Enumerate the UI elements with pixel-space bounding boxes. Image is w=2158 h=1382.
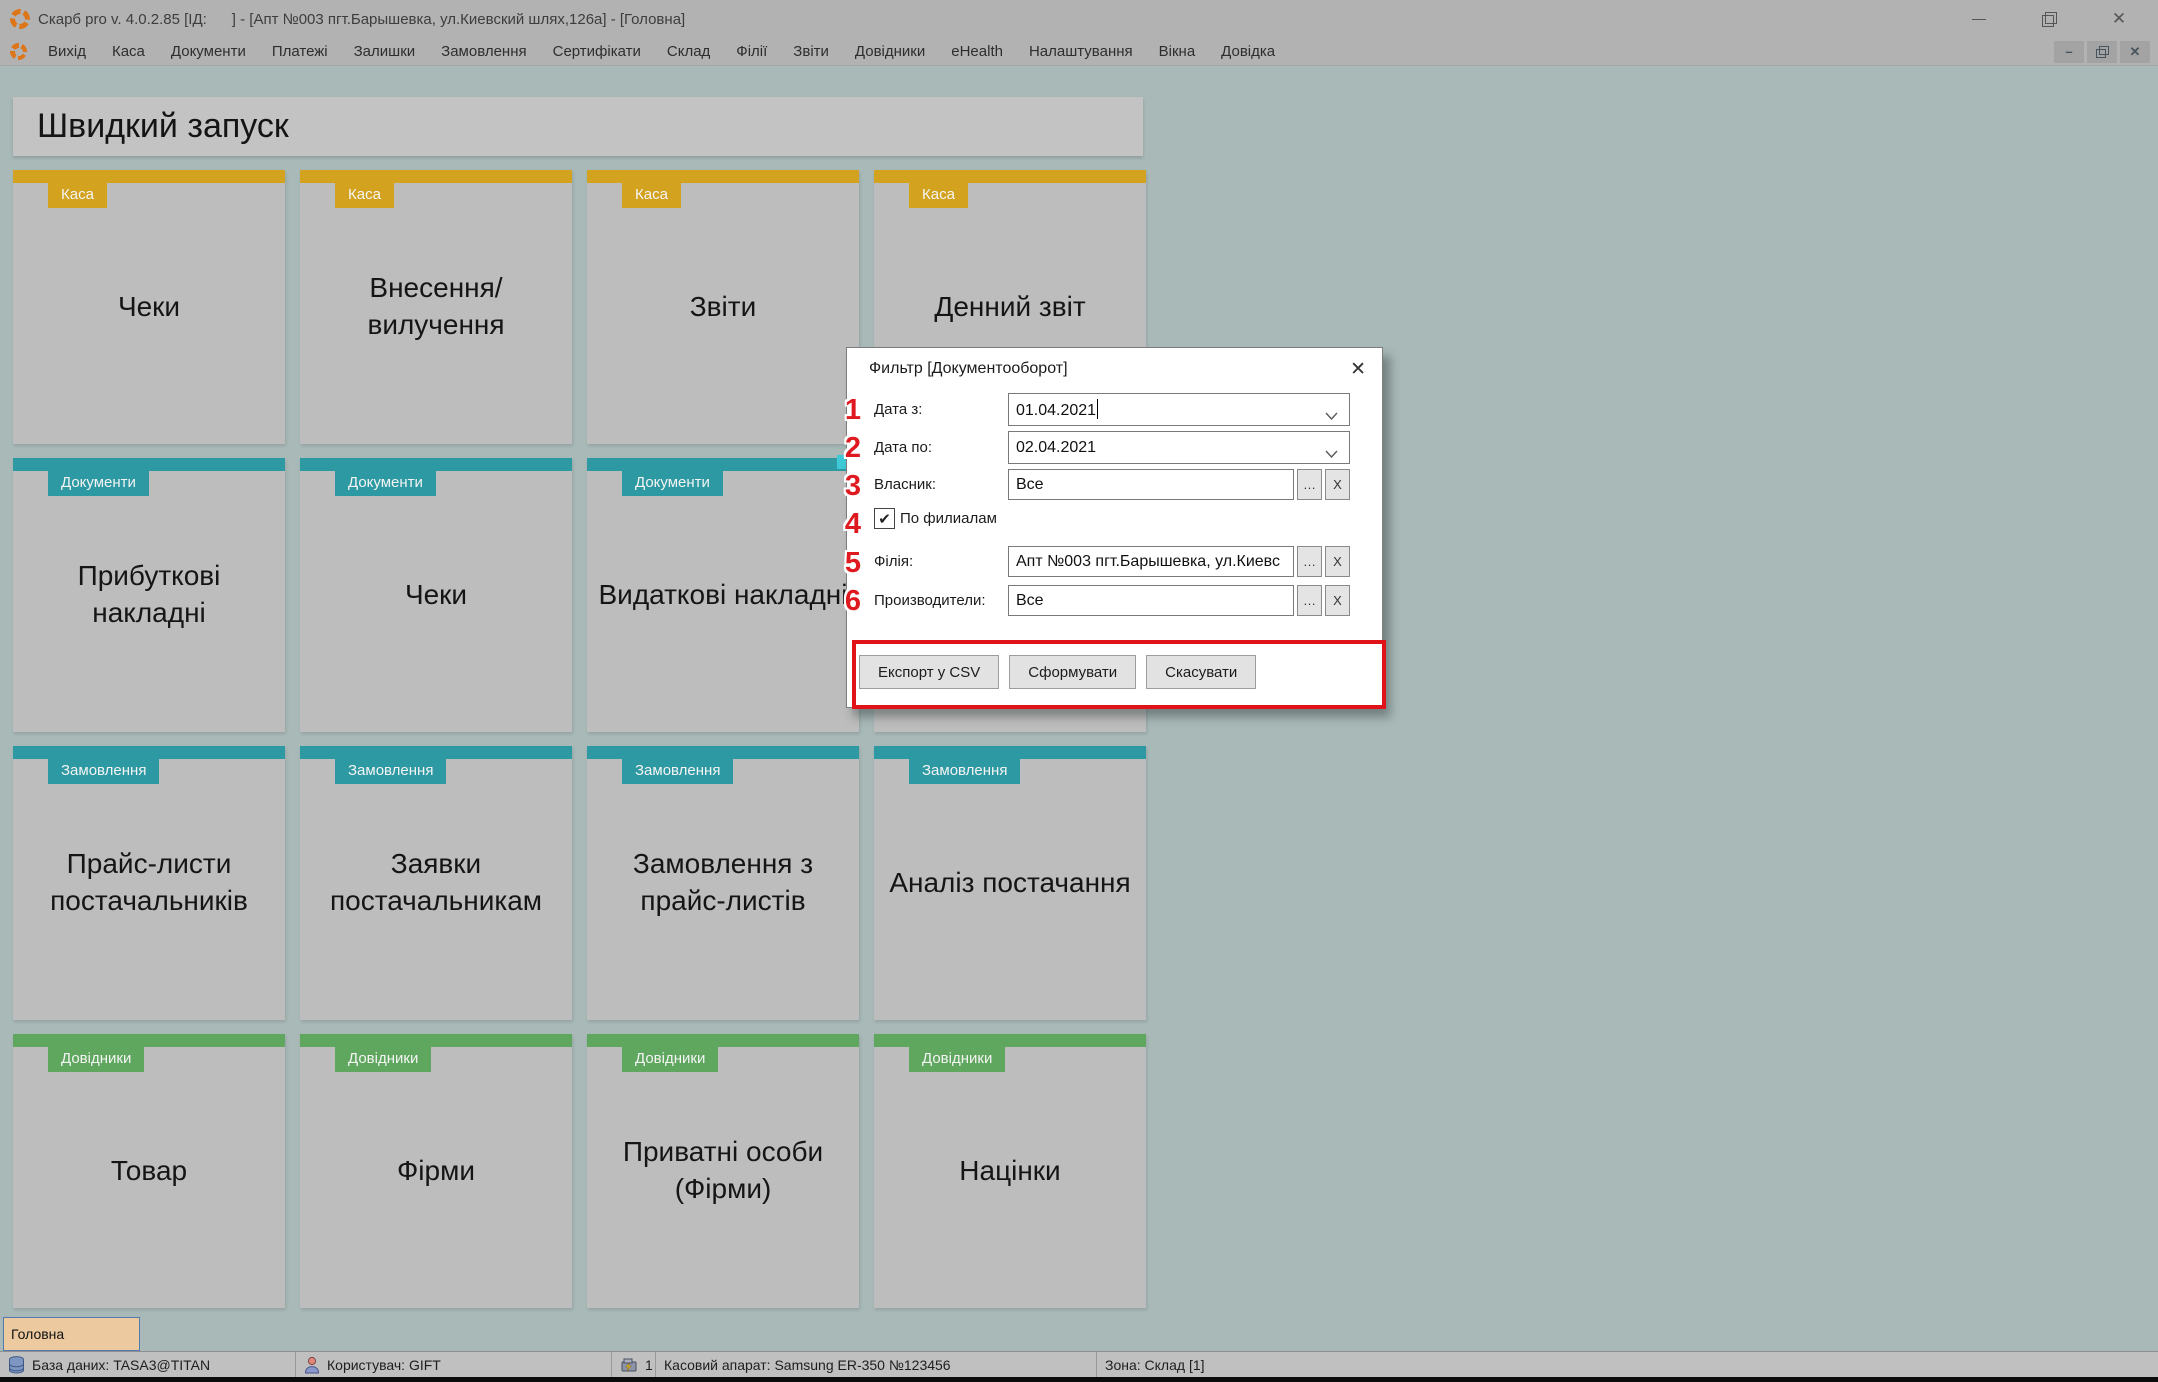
tile-label: Товар bbox=[110, 1154, 188, 1186]
quick-launch-tile[interactable]: Замовлення Заявки постачальникам bbox=[300, 746, 572, 1020]
statusbar-database: База даних: TASA3@TITAN bbox=[32, 1356, 211, 1373]
quick-launch-tile[interactable]: Довідники Фірми bbox=[300, 1034, 572, 1308]
menu-logo-icon bbox=[10, 43, 27, 60]
by-branches-checkbox[interactable]: ✔ bbox=[874, 508, 895, 529]
tile-label: Націнки bbox=[959, 1154, 1061, 1186]
quick-launch-tile[interactable]: Документи Чеки bbox=[300, 458, 572, 732]
branch-clear-button[interactable]: X bbox=[1325, 546, 1350, 577]
quick-launch-header: Швидкий запуск bbox=[13, 97, 1143, 156]
statusbar-cash-register: Касовий апарат: Samsung ER-350 №123456 bbox=[664, 1356, 951, 1373]
manufacturers-label: Производители: bbox=[874, 592, 986, 609]
window-title: Скарб pro v. 4.0.2.85 [ІД: ] - [Апт №003… bbox=[38, 10, 686, 28]
text-caret bbox=[1097, 399, 1099, 419]
quick-launch-tile[interactable]: Довідники Націнки bbox=[874, 1034, 1146, 1308]
dialog-title: Фильтр [Документооборот] bbox=[869, 360, 1068, 377]
owner-input[interactable]: Все bbox=[1008, 469, 1294, 500]
date-to-input[interactable]: 02.04.2021 bbox=[1008, 431, 1350, 464]
menu-item-довідка[interactable]: Довідка bbox=[1208, 43, 1288, 60]
statusbar-zone: Зона: Склад [1] bbox=[1105, 1356, 1205, 1373]
page-title: Швидкий запуск bbox=[37, 107, 289, 145]
branch-browse-button[interactable]: … bbox=[1297, 546, 1322, 577]
menu-item-звіти[interactable]: Звіти bbox=[780, 43, 842, 60]
menubar: Вихід Каса Документи Платежі Залишки Замовлен… bbox=[0, 38, 2158, 66]
branch-input[interactable]: Апт №003 пгт.Барышевка, ул.Киевс bbox=[1008, 546, 1294, 577]
app-logo-icon bbox=[10, 9, 30, 29]
quick-launch-tile[interactable]: Довідники Товар bbox=[13, 1034, 285, 1308]
statusbar-count: 1 bbox=[645, 1356, 653, 1373]
tile-label: Прайс-листи постачальників bbox=[50, 848, 248, 916]
menu-item-документи[interactable]: Документи bbox=[158, 43, 259, 60]
chevron-down-icon[interactable] bbox=[1325, 407, 1338, 425]
mdi-client-area: Швидкий запуск Каса Чеки Каса Внесення/вилу… bbox=[0, 66, 2158, 1377]
tile-label: Фірми bbox=[397, 1154, 475, 1186]
manufacturers-clear-button[interactable]: X bbox=[1325, 585, 1350, 616]
tile-label: Внесення/вилучення bbox=[367, 272, 505, 340]
by-branches-label: По филиалам bbox=[900, 510, 997, 527]
menu-item-сертифікати[interactable]: Сертифікати bbox=[540, 43, 654, 60]
tile-label: Звіти bbox=[689, 290, 757, 322]
menu-item-налаштування[interactable]: Налаштування bbox=[1016, 43, 1146, 60]
database-icon bbox=[8, 1355, 25, 1374]
date-from-input[interactable]: 01.04.2021 bbox=[1008, 393, 1350, 426]
mdi-restore-button[interactable] bbox=[2087, 40, 2117, 63]
tile-label: Чеки bbox=[404, 578, 468, 610]
mdi-minimize-button[interactable]: – bbox=[2054, 40, 2084, 63]
export-csv-button[interactable]: Експорт у CSV bbox=[859, 655, 1000, 689]
tile-label: Заявки постачальникам bbox=[329, 848, 543, 916]
quick-launch-tile[interactable]: Довідники Приватні особи (Фірми) bbox=[587, 1034, 859, 1308]
quick-launch-tile[interactable]: Каса Чеки bbox=[13, 170, 285, 444]
tile-label: Видаткові накладні bbox=[598, 578, 848, 610]
date-to-label: Дата по: bbox=[874, 439, 933, 456]
menu-item-каса[interactable]: Каса bbox=[99, 43, 158, 60]
cancel-button[interactable]: Скасувати bbox=[1146, 655, 1257, 689]
dialog-close-icon[interactable]: ✕ bbox=[1350, 358, 1366, 381]
owner-clear-button[interactable]: X bbox=[1325, 469, 1350, 500]
close-button[interactable]: ✕ bbox=[2110, 10, 2128, 28]
tile-label: Приватні особи (Фірми) bbox=[622, 1136, 824, 1204]
quick-launch-tile[interactable]: Каса Звіти bbox=[587, 170, 859, 444]
quick-launch-tile[interactable]: Каса Внесення/вилучення bbox=[300, 170, 572, 444]
statusbar-user: Користувач: GIFT bbox=[327, 1356, 441, 1373]
manufacturers-browse-button[interactable]: … bbox=[1297, 585, 1322, 616]
menu-item-довідники[interactable]: Довідники bbox=[842, 43, 938, 60]
user-icon bbox=[304, 1356, 320, 1374]
quick-launch-tile[interactable]: Документи Прибуткові накладні bbox=[13, 458, 285, 732]
branch-label: Філія: bbox=[874, 553, 914, 570]
restore-button[interactable] bbox=[2040, 10, 2058, 28]
menu-item-вікна[interactable]: Вікна bbox=[1146, 43, 1209, 60]
tile-label: Чеки bbox=[117, 290, 181, 322]
menu-item-склад[interactable]: Склад bbox=[654, 43, 723, 60]
cash-register-icon bbox=[620, 1357, 638, 1373]
dialog-titlebar: Фильтр [Документооборот] ✕ bbox=[847, 348, 1382, 390]
date-from-label: Дата з: bbox=[874, 401, 923, 418]
minimize-button[interactable] bbox=[1970, 10, 1988, 28]
bottom-strip bbox=[0, 1377, 2158, 1382]
menu-item-платежі[interactable]: Платежі bbox=[259, 43, 341, 60]
owner-label: Власник: bbox=[874, 476, 936, 493]
menu-item-замовлення[interactable]: Замовлення bbox=[428, 43, 539, 60]
quick-launch-grid: Каса Чеки Каса Внесення/вилучення Каса Звіти К… bbox=[13, 170, 1146, 1308]
menu-item-ehealth[interactable]: eHealth bbox=[938, 43, 1016, 60]
titlebar: Скарб pro v. 4.0.2.85 [ІД: ] - [Апт №003… bbox=[0, 0, 2158, 38]
quick-launch-tile[interactable]: Замовлення Замовлення з прайс-листів bbox=[587, 746, 859, 1020]
quick-launch-tile[interactable]: Замовлення Аналіз постачання bbox=[874, 746, 1146, 1020]
menu-items: Вихід Каса Документи Платежі Залишки Замовлен… bbox=[35, 43, 1288, 60]
owner-browse-button[interactable]: … bbox=[1297, 469, 1322, 500]
manufacturers-input[interactable]: Все bbox=[1008, 585, 1294, 616]
filter-dialog: Фильтр [Документооборот] ✕ Дата з: 01.04… bbox=[845, 347, 1386, 709]
statusbar: База даних: TASA3@TITAN Користувач: GIFT… bbox=[0, 1351, 2158, 1377]
quick-launch-tile[interactable]: Документи Видаткові накладні bbox=[587, 458, 859, 732]
menu-item-філії[interactable]: Філії bbox=[723, 43, 780, 60]
tile-label: Прибуткові накладні bbox=[77, 560, 221, 628]
tile-label: Замовлення з прайс-листів bbox=[632, 848, 814, 916]
generate-button[interactable]: Сформувати bbox=[1009, 655, 1137, 689]
tile-label: Аналіз постачання bbox=[889, 866, 1131, 898]
menu-item-залишки[interactable]: Залишки bbox=[341, 43, 429, 60]
chevron-down-icon[interactable] bbox=[1325, 445, 1338, 463]
tab-home[interactable]: Головна bbox=[3, 1317, 140, 1351]
mdi-close-button[interactable]: ✕ bbox=[2120, 40, 2150, 63]
quick-launch-tile[interactable]: Замовлення Прайс-листи постачальників bbox=[13, 746, 285, 1020]
menu-item-вихід[interactable]: Вихід bbox=[35, 43, 99, 60]
